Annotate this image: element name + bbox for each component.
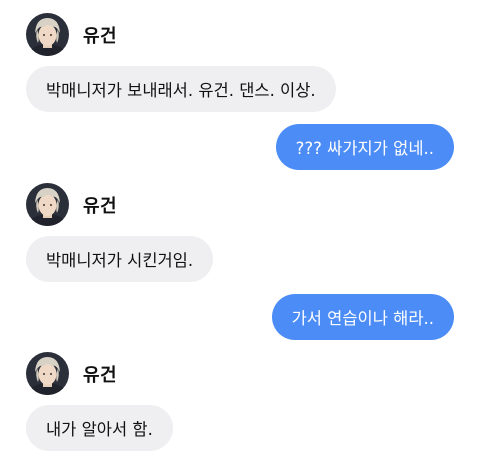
message-text: 박매니저가 보내래서. 유건. 댄스. 이상. <box>46 81 316 100</box>
message-text: 박매니저가 시킨거임. <box>46 251 194 270</box>
message-bubble-outgoing[interactable]: 가서 연습이나 해라.. <box>271 294 454 340</box>
message-text: 가서 연습이나 해라.. <box>291 309 434 328</box>
sender-name: 유건 <box>83 364 118 386</box>
message-bubble-incoming[interactable]: 박매니저가 보내래서. 유건. 댄스. 이상. <box>26 66 336 112</box>
sender-header: 유건 <box>26 352 117 395</box>
sender-header: 유건 <box>26 13 117 56</box>
avatar-image <box>26 183 69 226</box>
avatar-image <box>26 352 69 395</box>
sender-name: 유건 <box>83 195 118 217</box>
avatar[interactable] <box>26 13 69 56</box>
message-text: 내가 알아서 함. <box>46 420 153 439</box>
message-bubble-outgoing[interactable]: ??? 싸가지가 없네.. <box>275 124 454 170</box>
avatar-image <box>26 13 69 56</box>
avatar[interactable] <box>26 183 69 226</box>
sender-name: 유건 <box>83 25 118 47</box>
message-bubble-incoming[interactable]: 박매니저가 시킨거임. <box>26 236 214 282</box>
message-bubble-incoming[interactable]: 내가 알아서 함. <box>26 405 173 451</box>
avatar[interactable] <box>26 352 69 395</box>
sender-header: 유건 <box>26 183 117 226</box>
message-text: ??? 싸가지가 없네.. <box>295 139 434 158</box>
